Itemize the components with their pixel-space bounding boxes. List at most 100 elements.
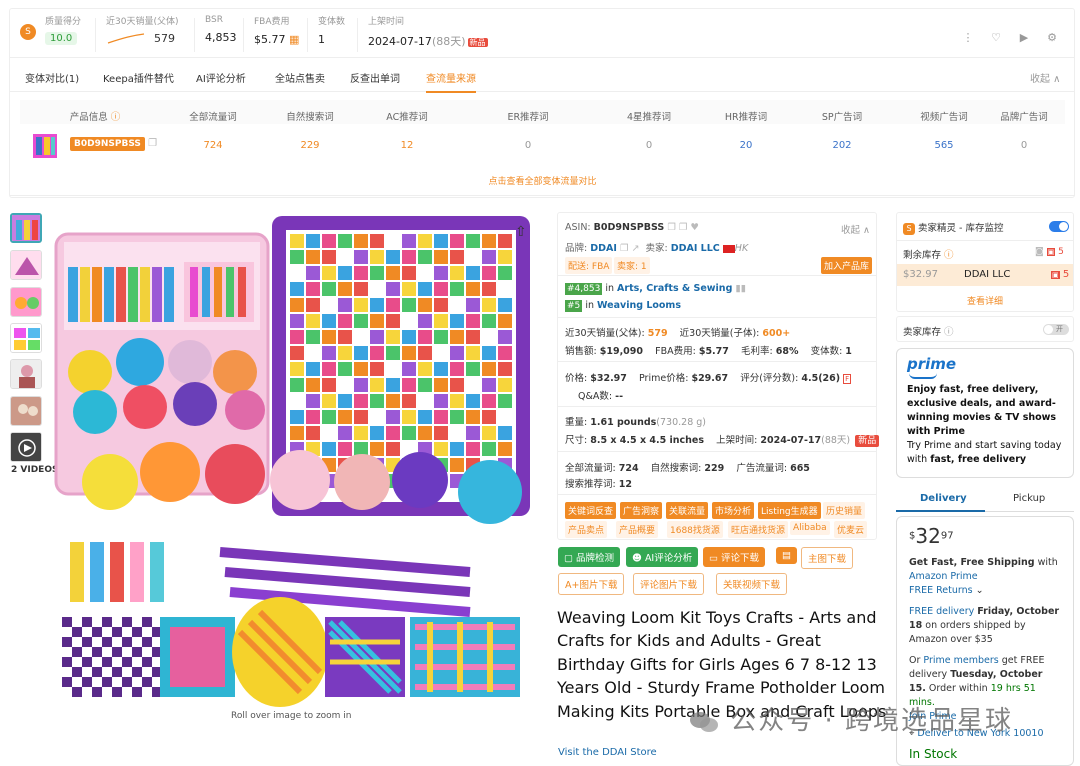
- main-image-download-button[interactable]: 主图下载: [801, 547, 854, 569]
- thumbnail-1[interactable]: [10, 213, 42, 243]
- val-sp-ad[interactable]: 202: [802, 140, 882, 151]
- col-hr[interactable]: HR推荐词: [706, 109, 786, 123]
- prime-members-link[interactable]: Prime members: [923, 655, 998, 666]
- all-kw-label: 全部流量词:: [565, 463, 616, 474]
- watermark: 公众号 · 跨境选品星球: [690, 700, 1013, 737]
- val-video-ad[interactable]: 565: [904, 140, 984, 151]
- help-icon[interactable]: ⓘ: [944, 327, 954, 338]
- help-icon[interactable]: ⓘ: [111, 112, 121, 123]
- seller-label: 卖家:: [645, 243, 668, 254]
- heart-icon[interactable]: ♡: [988, 30, 1004, 46]
- download-icon[interactable]: ▤: [776, 547, 797, 564]
- camera-icon[interactable]: ◙: [1035, 247, 1044, 257]
- tool-alibaba[interactable]: Alibaba: [790, 521, 830, 535]
- asin-badge[interactable]: B0D9NSPBSS: [70, 137, 145, 151]
- chart-icon[interactable]: ▮▮: [735, 283, 745, 294]
- brand-check-label: 品牌检测: [576, 553, 615, 564]
- amazon-prime-link[interactable]: Amazon Prime: [909, 571, 978, 582]
- category-link[interactable]: Arts, Crafts & Sewing: [617, 283, 732, 294]
- tab-all-sites[interactable]: 全站点售卖: [275, 70, 325, 85]
- tab-keepa[interactable]: Keepa插件替代: [103, 70, 174, 85]
- more-icon[interactable]: ⋮: [960, 30, 976, 46]
- col-ac[interactable]: AC推荐词: [367, 109, 447, 123]
- col-sp-ad[interactable]: SP广告词: [802, 109, 882, 123]
- price-row: 价格: $32.97 Prime价格: $29.67 评分(评分数): 4.5(…: [565, 370, 852, 384]
- help-icon[interactable]: ⓘ: [944, 250, 954, 261]
- seller-sprite-icon: S: [903, 223, 915, 235]
- tool-related-traffic[interactable]: 关联流量: [666, 502, 709, 519]
- tool-keyword-reverse[interactable]: 关键词反查: [565, 502, 617, 519]
- sales-trend-sparkline: [107, 33, 145, 44]
- review-download-button[interactable]: ▭ 评论下载: [703, 547, 766, 567]
- seller-stock-toggle[interactable]: 开: [1043, 324, 1069, 335]
- view-all-variants-link[interactable]: 点击查看全部变体流量对比: [10, 170, 1075, 196]
- asin-value[interactable]: B0D9NSPBSS: [594, 222, 665, 233]
- tool-ad-insight[interactable]: 广告洞察: [620, 502, 663, 519]
- col-video-ad[interactable]: 视频广告词: [904, 109, 984, 123]
- ai-review-button[interactable]: ☻ AI评论分析: [626, 547, 699, 567]
- brand-check-button[interactable]: ▢ 品牌检测: [558, 547, 621, 567]
- new-badge: 新品: [855, 435, 880, 447]
- store-link[interactable]: Visit the DDAI Store: [558, 747, 657, 758]
- video-thumbnail[interactable]: [10, 432, 42, 462]
- val-hr[interactable]: 20: [706, 140, 786, 151]
- thumbnail-5[interactable]: [10, 359, 42, 389]
- share-icon[interactable]: ⇧: [515, 224, 527, 240]
- settings-icon[interactable]: ⚙: [1044, 30, 1060, 46]
- seller-count-tag[interactable]: 卖家: 1: [614, 257, 650, 274]
- col-organic[interactable]: 自然搜索词: [270, 109, 350, 123]
- review-image-download-button[interactable]: 评论图片下载: [633, 573, 705, 595]
- collapse-info-button[interactable]: 收起 ∧: [841, 222, 870, 236]
- calculator-icon[interactable]: ▦: [289, 33, 299, 46]
- tab-variant-compare[interactable]: 变体对比(1): [25, 70, 79, 85]
- thumbnail-2[interactable]: [10, 250, 42, 280]
- tool-listing-generator[interactable]: Listing生成器: [758, 502, 821, 519]
- monitor-toggle[interactable]: [1049, 221, 1069, 232]
- tool-1688[interactable]: 1688找货源: [667, 521, 723, 538]
- video-icon[interactable]: ▶: [1016, 30, 1032, 46]
- tool-product-summary[interactable]: 产品概要: [616, 521, 659, 538]
- col-4star[interactable]: 4星推荐词: [609, 109, 689, 123]
- val-organic[interactable]: 229: [270, 140, 350, 151]
- fba-label: FBA费用: [254, 17, 290, 27]
- brand-link[interactable]: DDAI: [590, 243, 617, 254]
- prime-price-label: Prime价格:: [639, 373, 689, 384]
- thumbnail-6[interactable]: [10, 396, 42, 426]
- tool-youmaiyun[interactable]: 优麦云: [834, 521, 868, 538]
- tab-reverse-keywords[interactable]: 反查出单词: [350, 70, 400, 85]
- chevron-down-icon[interactable]: ⌄: [976, 585, 984, 596]
- col-er[interactable]: ER推荐词: [488, 109, 568, 123]
- add-to-library-button[interactable]: 加入产品库: [821, 257, 873, 274]
- prime-promo[interactable]: prime Enjoy fast, free delivery, exclusi…: [896, 348, 1074, 478]
- order-within-text: Order within: [928, 683, 988, 694]
- aplus-download-button[interactable]: A+图片下载: [558, 573, 625, 595]
- val-all-keywords[interactable]: 724: [173, 140, 253, 151]
- collapse-button[interactable]: 收起 ∧: [1030, 70, 1061, 85]
- tool-selling-points[interactable]: 产品卖点: [565, 521, 608, 538]
- tool-wangdiantong[interactable]: 旺店通找货源: [728, 521, 789, 538]
- free-returns-link[interactable]: FREE Returns: [909, 585, 973, 596]
- video-download-button[interactable]: 关联视频下载: [716, 573, 788, 595]
- tool-history-sales[interactable]: 历史销量: [823, 502, 866, 519]
- val-ac[interactable]: 12: [367, 140, 447, 151]
- col-brand-ad[interactable]: 品牌广告词: [984, 109, 1064, 123]
- seller-link[interactable]: DDAI LLC: [671, 243, 720, 254]
- rating-flag-icon[interactable]: F: [843, 374, 852, 384]
- with-text: with: [1037, 557, 1058, 568]
- tool-market-analysis[interactable]: 市场分析: [712, 502, 755, 519]
- thumbnail-4[interactable]: [10, 323, 42, 353]
- thumbnail-3[interactable]: [10, 287, 42, 317]
- tab-traffic-source[interactable]: 查流量来源: [426, 70, 476, 93]
- tab-ai-review[interactable]: AI评论分析: [196, 70, 246, 85]
- main-product-image[interactable]: ⇧: [50, 212, 538, 707]
- copy-icon[interactable]: ❐ ❐ ♥: [667, 222, 699, 233]
- view-detail-link[interactable]: 查看详细: [897, 294, 1073, 307]
- tab-delivery[interactable]: Delivery: [920, 493, 967, 504]
- subcategory-link[interactable]: Weaving Looms: [597, 300, 681, 311]
- free-delivery-link[interactable]: FREE delivery: [909, 606, 974, 617]
- col-all-keywords[interactable]: 全部流量词: [173, 109, 253, 123]
- toggle-state-label: 开: [1056, 325, 1063, 333]
- tab-pickup[interactable]: Pickup: [1013, 493, 1045, 504]
- copy-icon[interactable]: ❐: [148, 138, 157, 149]
- revenue-value: $19,090: [599, 346, 644, 357]
